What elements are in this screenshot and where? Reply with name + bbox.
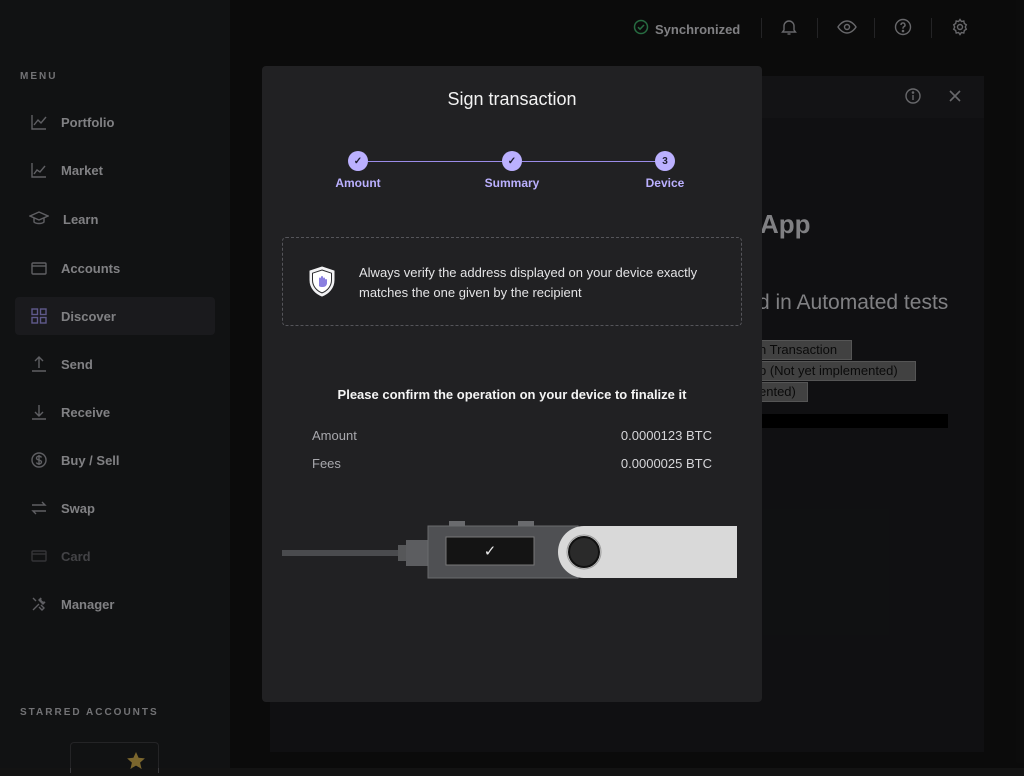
fees-value: 0.0000025 BTC	[620, 456, 712, 471]
stepper-connector	[368, 161, 512, 162]
shield-hand-icon	[307, 265, 337, 299]
warning-text: Always verify the address displayed on y…	[359, 265, 698, 300]
amount-label: Amount	[312, 428, 357, 443]
amount-value: 0.0000123 BTC	[620, 428, 712, 443]
stepper-connector	[522, 161, 665, 162]
step-device-marker: 3	[655, 151, 675, 171]
verify-address-warning: Always verify the address displayed on y…	[282, 237, 742, 326]
step-summary-label: Summary	[484, 176, 540, 190]
step-device-label: Device	[645, 176, 685, 190]
ledger-device-illustration: ✓	[282, 512, 738, 582]
sign-transaction-modal: Sign transaction ✓ Amount ✓ Summary 3 De…	[262, 66, 762, 702]
step-summary-marker: ✓	[502, 151, 522, 171]
modal-title: Sign transaction	[447, 89, 577, 109]
step-amount-marker: ✓	[348, 151, 368, 171]
device-screen-check-icon: ✓	[483, 542, 497, 560]
step-amount-label: Amount	[335, 176, 381, 190]
fees-label: Fees	[312, 456, 341, 471]
confirm-operation-message: Please confirm the operation on your dev…	[337, 387, 687, 402]
